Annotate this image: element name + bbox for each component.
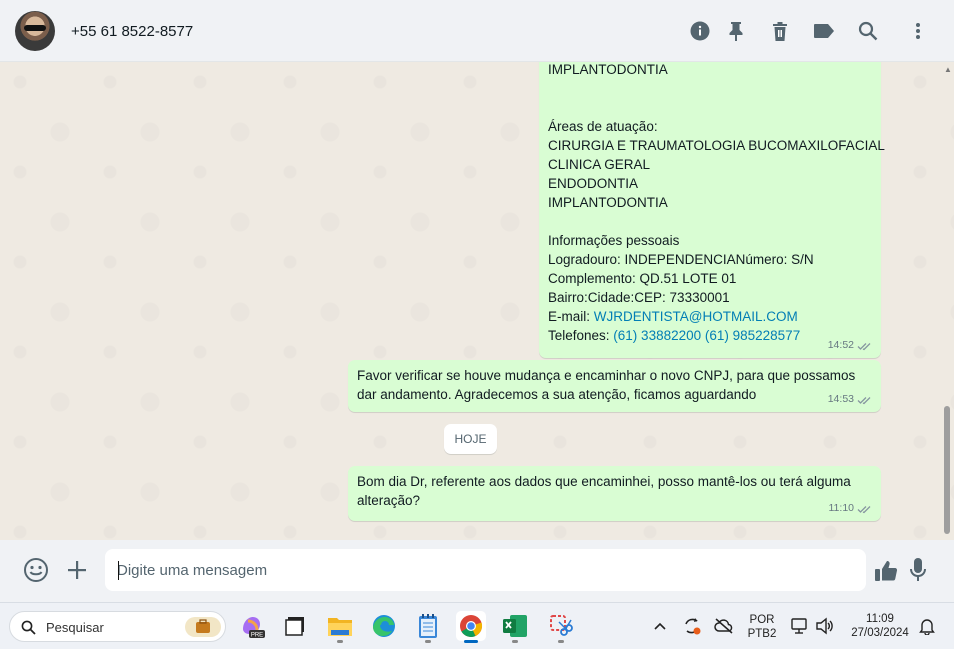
label-icon[interactable] bbox=[813, 20, 835, 42]
phones-label: Telefones: bbox=[548, 328, 614, 343]
message-bubble[interactable]: Favor verificar se houve mudança e encam… bbox=[348, 360, 881, 412]
message-line: CIRURGIA E TRAUMATOLOGIA BUCOMAXILOFACIA… bbox=[548, 138, 885, 153]
message-bubble[interactable]: IMPLANTODONTIA Áreas de atuação: CIRURGI… bbox=[539, 62, 885, 358]
email-label: E-mail: bbox=[548, 309, 594, 324]
running-indicator bbox=[512, 640, 518, 643]
running-indicator bbox=[337, 640, 343, 643]
message-meta: 14:53 bbox=[828, 390, 873, 409]
more-icon[interactable] bbox=[907, 20, 929, 42]
double-check-icon bbox=[857, 342, 871, 350]
svg-text:PRE: PRE bbox=[251, 633, 263, 639]
contact-name[interactable]: +55 61 8522-8577 bbox=[71, 23, 193, 40]
message-line: CLINICA GERAL bbox=[548, 157, 651, 172]
double-check-icon bbox=[857, 396, 871, 404]
message-input[interactable] bbox=[105, 549, 866, 591]
double-check-icon bbox=[857, 505, 871, 513]
edge-icon[interactable] bbox=[369, 611, 399, 641]
message-time: 11:10 bbox=[828, 502, 855, 514]
message-meta: 14:52 bbox=[828, 336, 873, 355]
notification-bell-icon[interactable] bbox=[912, 611, 942, 641]
scroll-up-icon[interactable]: ▲ bbox=[944, 66, 952, 74]
email-link[interactable]: WJRDENTISTA@HOTMAIL.COM bbox=[594, 309, 798, 324]
message-line: alteração? bbox=[357, 493, 421, 508]
message-bubble[interactable]: Bom dia Dr, referente aos dados que enca… bbox=[348, 466, 881, 521]
taskbar-search-label: Pesquisar bbox=[46, 620, 104, 635]
briefcase-icon bbox=[185, 617, 221, 637]
clock-date: 27/03/2024 bbox=[851, 627, 909, 639]
phones-line: Telefones: (61) 33882200 (61) 985228577 bbox=[548, 326, 872, 345]
search-icon[interactable] bbox=[857, 20, 879, 42]
message-line: IMPLANTODONTIA bbox=[548, 62, 668, 77]
windows-taskbar: Pesquisar PRE POR PTB2 11:09 27/03/2024 bbox=[0, 602, 954, 649]
date-divider: HOJE bbox=[444, 424, 497, 454]
message-time: 14:52 bbox=[827, 339, 854, 351]
emoji-icon[interactable] bbox=[23, 557, 49, 583]
cloud-off-icon[interactable] bbox=[709, 611, 739, 641]
microphone-icon[interactable] bbox=[905, 557, 931, 583]
chat-messages[interactable]: IMPLANTODONTIA Áreas de atuação: CIRURGI… bbox=[0, 62, 954, 540]
message-line: Favor verificar se houve mudança e encam… bbox=[357, 368, 856, 383]
message-line: Bom dia Dr, referente aos dados que enca… bbox=[357, 474, 851, 489]
email-line: E-mail: WJRDENTISTA@HOTMAIL.COM bbox=[548, 307, 872, 326]
clock-time: 11:09 bbox=[866, 613, 894, 625]
active-indicator bbox=[464, 640, 478, 643]
chevron-up-icon[interactable] bbox=[645, 611, 675, 641]
message-line: Informações pessoais bbox=[548, 233, 680, 248]
message-composer bbox=[0, 540, 954, 602]
search-icon bbox=[21, 620, 36, 635]
info-icon[interactable] bbox=[689, 20, 711, 42]
sync-icon[interactable] bbox=[677, 611, 707, 641]
notepad-icon[interactable] bbox=[413, 611, 443, 643]
trash-icon[interactable] bbox=[769, 20, 791, 42]
taskbar-search[interactable]: Pesquisar bbox=[9, 611, 226, 642]
contact-avatar[interactable] bbox=[15, 11, 55, 51]
message-line: IMPLANTODONTIA bbox=[548, 195, 668, 210]
scrollbar-thumb[interactable] bbox=[944, 406, 950, 534]
thumbs-up-icon[interactable] bbox=[873, 558, 899, 584]
pin-icon[interactable] bbox=[725, 20, 747, 42]
taskbar-clock[interactable]: 11:09 27/03/2024 bbox=[846, 612, 914, 640]
message-line bbox=[548, 98, 872, 117]
copilot-icon[interactable]: PRE bbox=[237, 611, 267, 641]
task-view-icon[interactable] bbox=[280, 611, 310, 641]
message-line bbox=[548, 212, 872, 231]
message-line: Complemento: QD.51 LOTE 01 bbox=[548, 271, 737, 286]
phones-link[interactable]: (61) 33882200 (61) 985228577 bbox=[613, 328, 800, 343]
plus-icon[interactable] bbox=[64, 557, 90, 583]
running-indicator bbox=[425, 640, 431, 643]
language-code: POR bbox=[749, 614, 775, 626]
chat-header: +55 61 8522-8577 bbox=[0, 0, 954, 62]
keyboard-layout: PTB2 bbox=[747, 628, 777, 640]
volume-icon[interactable] bbox=[810, 611, 840, 641]
excel-icon[interactable] bbox=[500, 611, 530, 643]
text-caret bbox=[118, 561, 119, 580]
message-meta: 11:10 bbox=[829, 499, 874, 518]
message-line: Logradouro: INDEPENDENCIANúmero: S/N bbox=[548, 252, 814, 267]
snipping-tool-icon[interactable] bbox=[546, 611, 576, 643]
file-explorer-icon[interactable] bbox=[325, 611, 355, 643]
message-line: dar andamento. Agradecemos a sua atenção… bbox=[357, 387, 757, 402]
message-line: ENDODONTIA bbox=[548, 176, 639, 191]
running-indicator bbox=[558, 640, 564, 643]
message-line: Bairro:Cidade:CEP: 73330001 bbox=[548, 290, 730, 305]
language-indicator[interactable]: POR PTB2 bbox=[746, 613, 778, 641]
message-line bbox=[548, 79, 872, 98]
chat-scrollbar[interactable]: ▲ bbox=[944, 66, 952, 536]
message-time: 14:53 bbox=[827, 393, 854, 405]
message-line: Áreas de atuação: bbox=[548, 119, 658, 134]
chrome-icon[interactable] bbox=[456, 611, 486, 643]
